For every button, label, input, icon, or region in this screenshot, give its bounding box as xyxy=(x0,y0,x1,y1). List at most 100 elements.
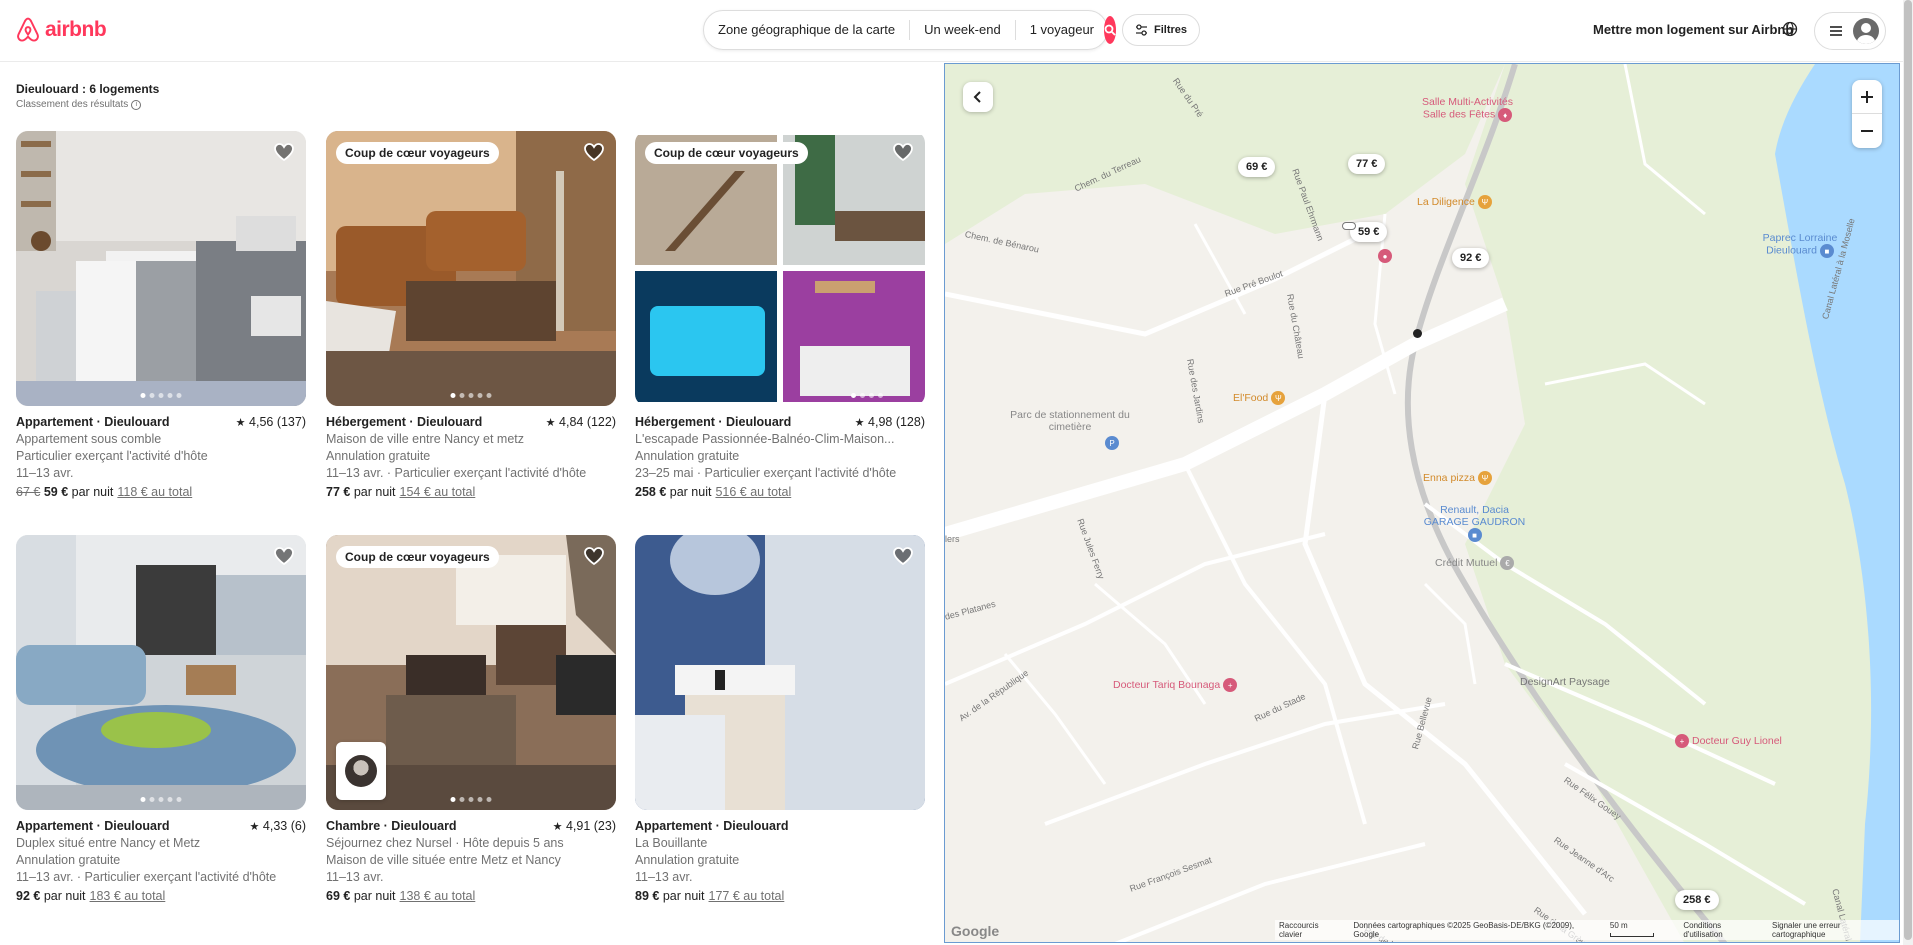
favorite-heart-icon[interactable] xyxy=(274,143,294,166)
listing-photo[interactable] xyxy=(16,131,306,406)
poi-restaurant[interactable]: La Diligence Ψ xyxy=(1417,195,1492,209)
header: airbnb Zone géographique de la carte Un … xyxy=(0,0,1913,62)
listing-host-type: Particulier exerçant l'activité d'hôte xyxy=(16,449,208,463)
poi-business[interactable]: Paprec Lorraine Dieulouard ■ xyxy=(1745,232,1855,258)
photo-carousel-dots[interactable] xyxy=(140,393,182,398)
listing-title: Hébergement · Dieulouard xyxy=(635,415,792,429)
per-night: par nuit xyxy=(353,889,396,903)
poi-label: Enna pizza xyxy=(1423,472,1475,484)
per-night: par nuit xyxy=(43,889,86,903)
listing-description: Appartement sous comble xyxy=(16,432,162,446)
listing-rating: ★ 4,56 (137) xyxy=(236,415,306,429)
user-menu-button[interactable] xyxy=(1814,12,1886,50)
listing-dates: 23–25 mai · Particulier exerçant l'activ… xyxy=(635,466,897,480)
language-button[interactable] xyxy=(1782,21,1798,42)
terms-link[interactable]: Conditions d'utilisation xyxy=(1683,921,1762,939)
poi-doctor[interactable]: + Docteur Guy Lionel xyxy=(1675,734,1782,748)
results-count: Dieulouard : 6 logements xyxy=(16,82,160,96)
photo-carousel-dots[interactable] xyxy=(140,797,182,802)
listing-card[interactable]: Appartement · Dieulouard ★ 4,33 (6) Duple… xyxy=(16,535,306,903)
listing-card[interactable]: Coup de cœur voyageurs Hébergement · Die… xyxy=(635,131,925,499)
old-price: 67 € xyxy=(16,485,41,499)
photo-carousel-dots[interactable] xyxy=(450,797,492,802)
filters-button[interactable]: Filtres xyxy=(1122,14,1201,46)
photo-carousel-dots[interactable] xyxy=(450,393,492,398)
map-price-pin[interactable]: 92 € xyxy=(1452,248,1490,268)
per-night: par nuit xyxy=(669,485,712,499)
total-price-link[interactable]: 118 € au total xyxy=(117,485,192,499)
map-price-pin[interactable]: 258 € xyxy=(1675,890,1719,910)
rating-value: 4,33 (6) xyxy=(262,819,306,833)
map-price-pin[interactable]: 77 € xyxy=(1348,154,1386,174)
listing-photo[interactable]: Coup de cœur voyageurs xyxy=(326,131,616,406)
map-footer: Raccourcis clavier Données cartographiqu… xyxy=(1275,920,1899,940)
zoom-out-button[interactable] xyxy=(1852,114,1882,148)
poi-label: La Diligence xyxy=(1417,196,1475,208)
total-price-link[interactable]: 516 € au total xyxy=(715,485,791,499)
listing-photo[interactable]: Coup de cœur voyageurs xyxy=(635,131,925,406)
listing-card[interactable]: Appartement · Dieulouard ★ 4,56 (137) App… xyxy=(16,131,306,499)
report-error-link[interactable]: Signaler une erreur cartographique xyxy=(1772,921,1895,939)
listing-price: 258 € par nuit 516 € au total xyxy=(635,485,925,499)
favorite-heart-icon[interactable] xyxy=(274,547,294,570)
search-bar[interactable]: Zone géographique de la carte Un week-en… xyxy=(703,10,1117,50)
results-ranking-link[interactable]: Classement des résultats i xyxy=(16,99,159,110)
total-price-link[interactable]: 154 € au total xyxy=(400,485,476,499)
search-location[interactable]: Zone géographique de la carte xyxy=(704,20,911,40)
favorite-heart-icon[interactable] xyxy=(893,547,913,570)
bank-icon: € xyxy=(1500,556,1515,570)
nightly-price: 92 € xyxy=(16,889,41,903)
chevron-left-icon xyxy=(973,91,981,103)
favorite-heart-icon[interactable] xyxy=(893,143,913,166)
star-icon: ★ xyxy=(235,417,246,429)
nightly-price: 69 € xyxy=(326,889,351,903)
search-button[interactable] xyxy=(1104,16,1117,44)
map-marker[interactable] xyxy=(1342,222,1356,230)
restaurant-icon: Ψ xyxy=(1477,471,1492,485)
nightly-price: 59 € xyxy=(43,485,69,499)
zoom-controls xyxy=(1852,80,1882,148)
poi-garage[interactable]: Renault, Dacia GARAGE GAUDRON ■ xyxy=(1417,504,1532,542)
become-host-link[interactable]: Mettre mon logement sur Airbnb xyxy=(1593,22,1793,37)
listing-rating: ★ 4,98 (128) xyxy=(855,415,925,429)
photo-carousel-dots[interactable] xyxy=(851,393,883,398)
keyboard-shortcuts-link[interactable]: Raccourcis clavier xyxy=(1279,921,1343,939)
favorite-heart-icon[interactable] xyxy=(584,547,604,570)
poi-restaurant[interactable]: Enna pizza Ψ xyxy=(1423,471,1492,485)
nightly-price: 89 € xyxy=(635,889,660,903)
poi-marker-icon[interactable]: ● xyxy=(1378,249,1392,263)
google-logo: Google xyxy=(951,923,1000,939)
total-price-link[interactable]: 177 € au total xyxy=(709,889,785,903)
listing-description: L'escapade Passionnée-Balnéo-Clim-Maison… xyxy=(635,432,895,446)
poi-doctor[interactable]: Docteur Tariq Bounaga + xyxy=(1113,678,1238,692)
poi-bank[interactable]: Crédit Mutuel € xyxy=(1435,556,1515,570)
listing-photo[interactable] xyxy=(635,535,925,810)
zoom-in-button[interactable] xyxy=(1852,80,1882,114)
nightly-price: 77 € xyxy=(326,485,351,499)
page-scrollbar[interactable] xyxy=(1903,0,1913,945)
total-price-link[interactable]: 183 € au total xyxy=(90,889,166,903)
collapse-map-button[interactable] xyxy=(963,82,993,112)
total-price-link[interactable]: 138 € au total xyxy=(400,889,476,903)
search-icon xyxy=(1104,24,1116,36)
poi-restaurant[interactable]: El'Food Ψ xyxy=(1233,391,1286,405)
listing-price: 69 € par nuit 138 € au total xyxy=(326,889,616,903)
listing-photo[interactable]: Coup de cœur voyageurs xyxy=(326,535,616,810)
results-header: Dieulouard : 6 logements Classement des … xyxy=(16,82,159,110)
listing-card[interactable]: Coup de cœur voyageurs Chambre · Dieulou… xyxy=(326,535,616,903)
listing-card[interactable]: Coup de cœur voyageurs Hébergement · Die… xyxy=(326,131,616,499)
airbnb-logo[interactable]: airbnb xyxy=(15,16,107,44)
poi-business[interactable]: DesignArt Paysage xyxy=(1520,676,1610,688)
search-guests[interactable]: 1 voyageur xyxy=(1016,20,1104,40)
map-price-pin[interactable]: 69 € xyxy=(1238,157,1276,177)
map[interactable]: Chem. du Terreau Chem. de Bénarou Rue Pr… xyxy=(944,63,1900,943)
poi-parking[interactable]: Parc de stationnement du cimetière xyxy=(1005,409,1135,433)
favorite-heart-icon[interactable] xyxy=(584,143,604,166)
listing-card[interactable]: Appartement · Dieulouard La Bouillante A… xyxy=(635,535,925,903)
listing-photo[interactable] xyxy=(16,535,306,810)
parking-icon[interactable]: P xyxy=(1105,436,1119,450)
poi-event-hall[interactable]: Salle Multi-Activités Salle des Fêtes ♦ xyxy=(1415,96,1520,122)
duplex-photo xyxy=(16,535,306,810)
listing-title: Appartement · Dieulouard xyxy=(16,819,170,833)
search-dates[interactable]: Un week-end xyxy=(910,20,1016,40)
